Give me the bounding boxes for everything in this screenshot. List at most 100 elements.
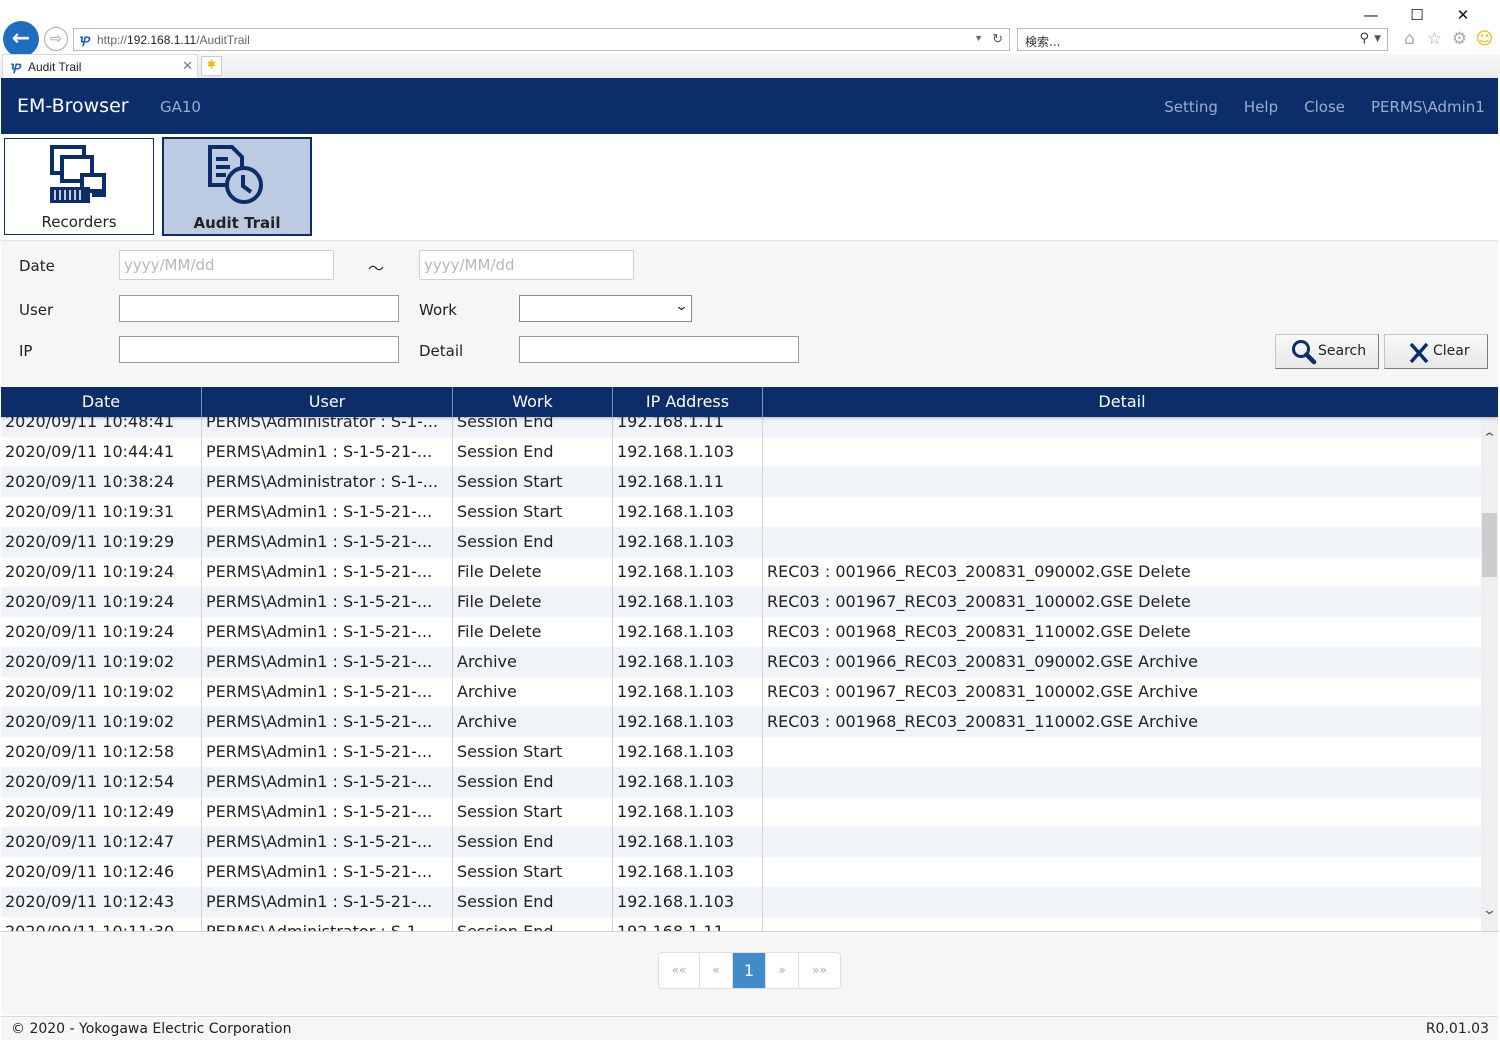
table-row[interactable]: 2020/09/11 10:38:24 PERMS\Administrator :… — [1, 467, 1481, 497]
first-page-button[interactable]: «« — [659, 953, 700, 988]
table-row[interactable]: 2020/09/11 10:12:47 PERMS\Admin1 : S-1-5-… — [1, 827, 1481, 857]
last-page-button[interactable]: »» — [799, 953, 840, 988]
browser-tab-audit-trail[interactable]: Ꝕ Audit Trail ✕ — [2, 54, 198, 78]
cell-detail — [763, 887, 1481, 917]
column-header-user[interactable]: User — [202, 387, 453, 417]
column-header-ip-address[interactable]: IP Address — [613, 387, 763, 417]
table-row[interactable]: 2020/09/11 10:12:43 PERMS\Admin1 : S-1-5-… — [1, 887, 1481, 917]
cell-detail — [763, 827, 1481, 857]
cell-work: Session Start — [453, 857, 613, 887]
favorites-star-icon[interactable]: ☆ — [1425, 29, 1444, 49]
cell-ip-address: 192.168.1.11 — [613, 917, 763, 931]
table-row[interactable]: 2020/09/11 10:12:49 PERMS\Admin1 : S-1-5-… — [1, 797, 1481, 827]
cell-ip-address: 192.168.1.103 — [613, 767, 763, 797]
column-header-date[interactable]: Date — [1, 387, 202, 417]
table-row[interactable]: 2020/09/11 10:19:31 PERMS\Admin1 : S-1-5-… — [1, 497, 1481, 527]
browser-search-box[interactable]: 検索... ⚲ ▼ — [1017, 28, 1388, 51]
cell-user: PERMS\Admin1 : S-1-5-21-... — [202, 497, 453, 527]
table-row[interactable]: 2020/09/11 10:12:46 PERMS\Admin1 : S-1-5-… — [1, 857, 1481, 887]
table-row[interactable]: 2020/09/11 10:12:54 PERMS\Admin1 : S-1-5-… — [1, 767, 1481, 797]
work-select[interactable]: ⌄ — [519, 295, 692, 322]
cell-detail — [763, 797, 1481, 827]
table-header: Date User Work IP Address Detail — [1, 387, 1498, 417]
cell-date: 2020/09/11 10:12:49 — [1, 797, 202, 827]
cell-date: 2020/09/11 10:12:43 — [1, 887, 202, 917]
close-tab-icon[interactable]: ✕ — [182, 58, 193, 74]
scrollbar-thumb[interactable] — [1482, 513, 1497, 577]
recorders-button[interactable]: Recorders — [4, 138, 154, 235]
table-row[interactable]: 2020/09/11 10:19:24 PERMS\Admin1 : S-1-5-… — [1, 557, 1481, 587]
maximize-button[interactable]: ☐ — [1394, 6, 1440, 24]
close-window-button[interactable]: ✕ — [1440, 6, 1486, 24]
page-number-current[interactable]: 1 — [733, 953, 766, 988]
cell-work: Session End — [453, 827, 613, 857]
user-input[interactable] — [119, 295, 399, 322]
nav-close[interactable]: Close — [1304, 98, 1345, 116]
cell-work: Session Start — [453, 497, 613, 527]
date-range-separator: ～ — [368, 259, 385, 278]
clear-button[interactable]: Clear — [1384, 334, 1488, 369]
cell-date: 2020/09/11 10:12:58 — [1, 737, 202, 767]
vertical-scrollbar[interactable]: ⌃ ⌄ — [1478, 417, 1498, 931]
refresh-icon[interactable]: ↻ — [992, 31, 1003, 47]
device-model: GA10 — [160, 98, 201, 116]
pagination: «« « 1 » »» — [658, 952, 841, 989]
cell-ip-address: 192.168.1.103 — [613, 497, 763, 527]
address-dropdown-icon[interactable]: ▼ — [974, 33, 983, 43]
version-text: R0.01.03 — [1425, 1021, 1489, 1037]
cell-date: 2020/09/11 10:19:24 — [1, 557, 202, 587]
feedback-smiley-icon[interactable]: ☺ — [1475, 29, 1494, 49]
column-header-work[interactable]: Work — [453, 387, 613, 417]
cell-user: PERMS\Admin1 : S-1-5-21-... — [202, 647, 453, 677]
table-row[interactable]: 2020/09/11 10:19:02 PERMS\Admin1 : S-1-5-… — [1, 677, 1481, 707]
prev-page-button[interactable]: « — [700, 953, 733, 988]
app-brand[interactable]: EM-Browser — [17, 95, 129, 117]
cell-ip-address: 192.168.1.103 — [613, 707, 763, 737]
search-icon[interactable]: ⚲ — [1359, 31, 1369, 46]
date-from-input[interactable] — [119, 250, 334, 280]
scroll-down-arrow-icon[interactable]: ⌄ — [1478, 903, 1498, 918]
home-icon[interactable]: ⌂ — [1400, 29, 1419, 49]
column-header-detail[interactable]: Detail — [763, 387, 1481, 417]
nav-help[interactable]: Help — [1244, 98, 1278, 116]
nav-user[interactable]: PERMS\Admin1 — [1371, 98, 1498, 116]
nav-setting[interactable]: Setting — [1164, 98, 1218, 116]
cell-work: Archive — [453, 647, 613, 677]
table-row[interactable]: 2020/09/11 10:19:24 PERMS\Admin1 : S-1-5-… — [1, 617, 1481, 647]
ip-input[interactable] — [119, 336, 399, 363]
address-bar[interactable]: Ꝕ http://192.168.1.11/AuditTrail ▼ ↻ — [73, 28, 1010, 51]
search-dropdown-icon[interactable]: ▼ — [1374, 34, 1381, 44]
cell-work: File Delete — [453, 617, 613, 647]
cell-date: 2020/09/11 10:19:24 — [1, 617, 202, 647]
audit-trail-button[interactable]: Audit Trail — [162, 137, 312, 236]
new-tab-button[interactable]: ✱ — [201, 56, 222, 76]
cell-ip-address: 192.168.1.103 — [613, 527, 763, 557]
tab-title: Audit Trail — [28, 60, 82, 74]
cell-ip-address: 192.168.1.103 — [613, 647, 763, 677]
search-button-label: Search — [1318, 343, 1367, 359]
search-button[interactable]: Search — [1275, 334, 1379, 369]
cell-detail: REC03 : 001967_REC03_200831_100002.GSE A… — [767, 682, 1199, 701]
table-row[interactable]: 2020/09/11 10:12:58 PERMS\Admin1 : S-1-5-… — [1, 737, 1481, 767]
cell-user: PERMS\Admin1 : S-1-5-21-... — [202, 677, 453, 707]
forward-button[interactable]: ⇨ — [44, 27, 68, 51]
table-row[interactable]: 2020/09/11 10:19:02 PERMS\Admin1 : S-1-5-… — [1, 647, 1481, 677]
detail-input[interactable] — [519, 336, 799, 363]
table-row[interactable]: 2020/09/11 10:19:02 PERMS\Admin1 : S-1-5-… — [1, 707, 1481, 737]
cell-ip-address: 192.168.1.103 — [613, 827, 763, 857]
arrow-left-icon: ← — [11, 26, 31, 51]
table-row[interactable]: 2020/09/11 10:11:30 PERMS\Administrator :… — [1, 917, 1481, 931]
cell-work: Session End — [453, 437, 613, 467]
next-page-button[interactable]: » — [766, 953, 799, 988]
cell-date: 2020/09/11 10:19:29 — [1, 527, 202, 557]
table-row[interactable]: 2020/09/11 10:44:41 PERMS\Admin1 : S-1-5-… — [1, 437, 1481, 467]
table-row[interactable]: 2020/09/11 10:19:29 PERMS\Admin1 : S-1-5-… — [1, 527, 1481, 557]
cell-user: PERMS\Admin1 : S-1-5-21-... — [202, 797, 453, 827]
minimize-button[interactable]: — — [1348, 6, 1394, 24]
date-to-input[interactable] — [419, 250, 634, 280]
settings-gear-icon[interactable]: ⚙ — [1450, 29, 1469, 49]
scroll-up-arrow-icon[interactable]: ⌃ — [1478, 431, 1498, 446]
address-url[interactable]: http://192.168.1.11/AuditTrail — [97, 33, 250, 47]
back-button[interactable]: ← — [3, 21, 39, 57]
table-row[interactable]: 2020/09/11 10:19:24 PERMS\Admin1 : S-1-5-… — [1, 587, 1481, 617]
